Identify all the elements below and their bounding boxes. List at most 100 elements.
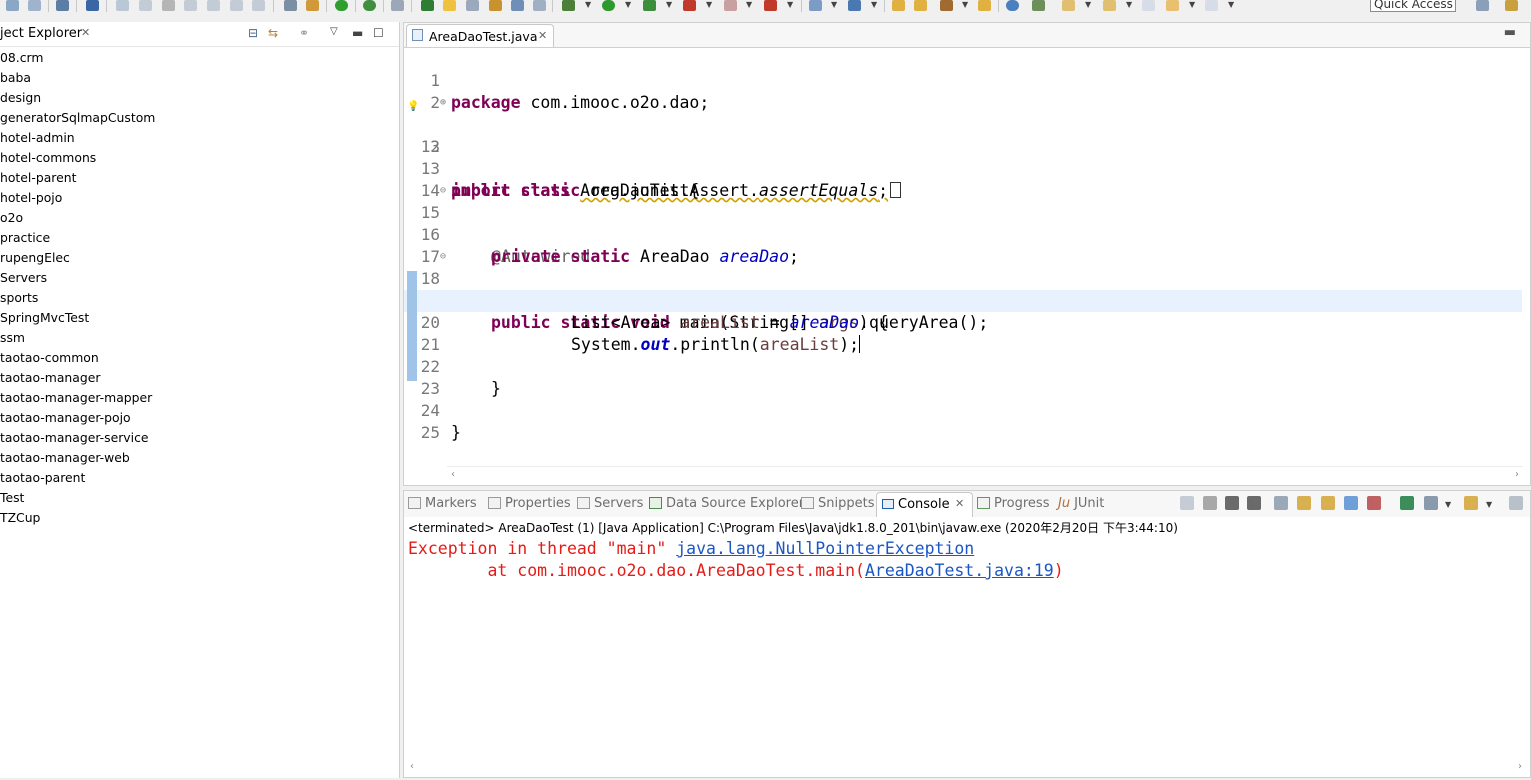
- exception-link[interactable]: java.lang.NullPointerException: [676, 539, 974, 558]
- tree-item[interactable]: hotel-commons: [0, 148, 155, 168]
- tree-item[interactable]: taotao-parent: [0, 468, 155, 488]
- forward-arrow-icon[interactable]: [1205, 0, 1218, 11]
- chevron-down-icon[interactable]: ▼: [871, 0, 877, 10]
- tab-properties[interactable]: Properties: [488, 496, 571, 511]
- tab-console[interactable]: Console ✕: [876, 492, 973, 517]
- stacktrace-link[interactable]: AreaDaoTest.java:19: [865, 561, 1054, 580]
- terminate-icon[interactable]: [1203, 496, 1217, 510]
- minimize-icon[interactable]: ▬: [352, 26, 363, 40]
- tree-item[interactable]: practice: [0, 228, 155, 248]
- chevron-down-icon[interactable]: ▼: [1085, 0, 1091, 10]
- paragraph-icon[interactable]: [533, 0, 546, 11]
- tree-item[interactable]: sports: [0, 288, 155, 308]
- coverage-icon[interactable]: [643, 0, 656, 11]
- chevron-down-icon[interactable]: ▼: [585, 0, 591, 10]
- link-with-editor-icon[interactable]: ⇆: [268, 26, 278, 40]
- print-icon[interactable]: [56, 0, 69, 11]
- open-perspective-icon[interactable]: [1476, 0, 1489, 11]
- chevron-down-icon[interactable]: ▼: [1126, 0, 1132, 10]
- chevron-down-icon[interactable]: ▼: [625, 0, 631, 10]
- java-perspective-icon[interactable]: [1505, 0, 1518, 11]
- debug-settings-icon[interactable]: [306, 0, 319, 11]
- deploy-icon[interactable]: [764, 0, 777, 11]
- tree-item[interactable]: hotel-parent: [0, 168, 155, 188]
- scroll-lock-icon[interactable]: [1297, 496, 1311, 510]
- horizontal-scrollbar[interactable]: ‹ ›: [404, 759, 1530, 775]
- resume-icon[interactable]: [116, 0, 129, 11]
- fold-collapse-icon[interactable]: ⊖: [440, 246, 446, 268]
- chevron-down-icon[interactable]: ▼: [746, 0, 752, 10]
- tree-item[interactable]: o2o: [0, 208, 155, 228]
- scroll-left-icon[interactable]: ‹: [410, 759, 414, 775]
- close-icon[interactable]: ✕: [955, 497, 964, 510]
- remove-all-icon[interactable]: [1247, 496, 1261, 510]
- tree-item[interactable]: design: [0, 88, 155, 108]
- close-icon[interactable]: ✕: [538, 29, 547, 42]
- minimize-icon[interactable]: [1509, 496, 1523, 510]
- tab-progress[interactable]: Progress: [977, 496, 1049, 511]
- tree-item[interactable]: Servers: [0, 268, 155, 288]
- tree-item[interactable]: taotao-manager-mapper: [0, 388, 155, 408]
- tree-item[interactable]: baba: [0, 68, 155, 88]
- tree-item[interactable]: Test: [0, 488, 155, 508]
- chevron-down-icon[interactable]: ▼: [831, 0, 837, 10]
- tree-item[interactable]: taotao-manager-pojo: [0, 408, 155, 428]
- new-java-project-icon[interactable]: [809, 0, 822, 11]
- warning-lightbulb-icon[interactable]: 💡: [407, 96, 419, 112]
- run-icon[interactable]: [602, 0, 615, 11]
- pin-console-icon[interactable]: [1400, 496, 1414, 510]
- disconnect-icon[interactable]: [184, 0, 197, 11]
- scroll-left-icon[interactable]: ‹: [451, 467, 455, 483]
- back-arrow-icon[interactable]: [1166, 0, 1179, 11]
- tree-item[interactable]: taotao-manager: [0, 368, 155, 388]
- open-folder-icon[interactable]: [892, 0, 905, 11]
- refresh-icon[interactable]: [363, 0, 376, 11]
- chevron-down-icon[interactable]: ▼: [787, 0, 793, 10]
- run-last-icon[interactable]: [1032, 0, 1045, 11]
- step-return-icon[interactable]: [252, 0, 265, 11]
- maximize-icon[interactable]: ☐: [373, 26, 384, 40]
- back-arrow-icon[interactable]: [1142, 0, 1155, 11]
- close-icon[interactable]: ✕: [81, 26, 90, 39]
- save-all-icon[interactable]: [28, 0, 41, 11]
- tree-item[interactable]: ssm: [0, 328, 155, 348]
- step-over-icon[interactable]: [230, 0, 243, 11]
- tree-item[interactable]: rupengElec: [0, 248, 155, 268]
- external-tools-icon[interactable]: [683, 0, 696, 11]
- tree-item[interactable]: taotao-manager-web: [0, 448, 155, 468]
- hammer-icon[interactable]: [940, 0, 953, 11]
- chevron-down-icon[interactable]: ▼: [1228, 0, 1234, 10]
- tab-servers[interactable]: Servers: [577, 496, 643, 511]
- tab-markers[interactable]: Markers: [408, 496, 477, 511]
- tree-item[interactable]: SpringMvcTest: [0, 308, 155, 328]
- chevron-down-icon[interactable]: ▼: [1189, 0, 1195, 10]
- next-annotation-icon[interactable]: [1062, 0, 1075, 11]
- open-type-icon[interactable]: [284, 0, 297, 11]
- prev-annotation-icon[interactable]: [1103, 0, 1116, 11]
- quick-access-input[interactable]: Quick Access: [1370, 0, 1456, 12]
- remove-all-terminated-icon[interactable]: [1225, 496, 1239, 510]
- show-on-error-icon[interactable]: [1367, 496, 1381, 510]
- open-folder-icon[interactable]: [914, 0, 927, 11]
- search-icon[interactable]: [86, 0, 99, 11]
- view-menu-icon[interactable]: ▽: [330, 26, 338, 37]
- editor-tab[interactable]: AreaDaoTest.java ✕: [406, 24, 554, 47]
- console-output[interactable]: Exception in thread "main" java.lang.Nul…: [408, 538, 1064, 582]
- tree-item[interactable]: TZCup: [0, 508, 155, 528]
- debug-icon[interactable]: [562, 0, 575, 11]
- tree-item[interactable]: 08.crm: [0, 48, 155, 68]
- new-package-icon[interactable]: [848, 0, 861, 11]
- toggle-whitespace-icon[interactable]: [466, 0, 479, 11]
- focus-task-icon[interactable]: ⚭: [299, 26, 309, 40]
- globe-icon[interactable]: [1006, 0, 1019, 11]
- open-console-icon[interactable]: [1464, 496, 1478, 510]
- toggle-breadcrumb-icon[interactable]: [421, 0, 434, 11]
- chevron-down-icon[interactable]: ▼: [962, 0, 968, 10]
- stop-server-icon[interactable]: [724, 0, 737, 11]
- word-wrap-icon[interactable]: [1321, 496, 1335, 510]
- tab-junit[interactable]: Ju JUnit: [1058, 496, 1104, 511]
- tab-snippets[interactable]: Snippets: [801, 496, 874, 511]
- chevron-down-icon[interactable]: ▼: [1445, 500, 1451, 510]
- step-into-icon[interactable]: [207, 0, 220, 11]
- tab-data-source-explorer[interactable]: Data Source Explorer: [649, 496, 804, 511]
